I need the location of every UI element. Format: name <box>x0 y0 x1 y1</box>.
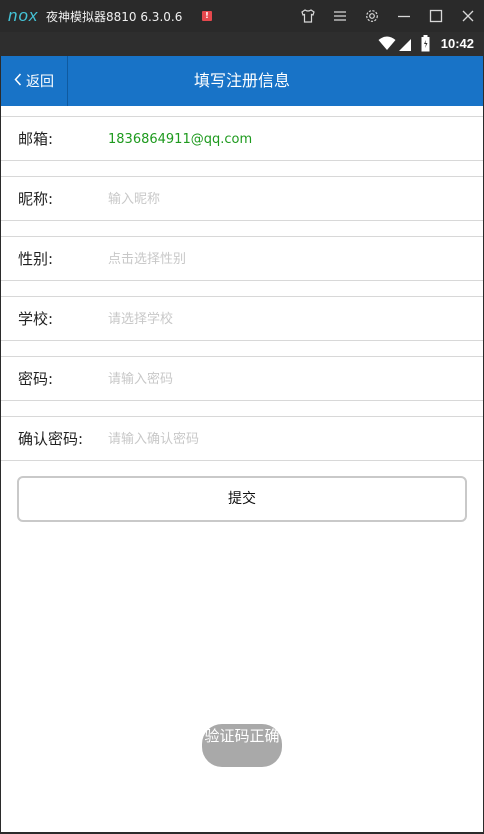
notice-badge[interactable]: ! <box>202 11 212 21</box>
password-input[interactable]: 请输入密码 <box>108 357 173 402</box>
wifi-icon <box>378 36 396 55</box>
toast-message: 验证码正确 <box>202 724 282 767</box>
school-label: 学校: <box>18 310 54 328</box>
app-screen: 返回 填写注册信息 邮箱: 1836864911@qq.com 昵称: 输入昵称… <box>1 56 483 832</box>
status-time: 10:42 <box>440 36 474 51</box>
back-button[interactable]: 返回 <box>1 56 68 106</box>
password-row[interactable]: 密码: 请输入密码 <box>1 356 483 401</box>
page-title: 填写注册信息 <box>193 71 290 90</box>
email-label: 邮箱: <box>18 130 54 148</box>
nickname-input[interactable]: 输入昵称 <box>108 177 160 222</box>
app-header: 返回 填写注册信息 <box>1 56 483 106</box>
confirm-password-input[interactable]: 请输入确认密码 <box>108 417 199 462</box>
nickname-row[interactable]: 昵称: 输入昵称 <box>1 176 483 221</box>
nox-logo: nox <box>8 6 39 25</box>
gender-label: 性别: <box>18 250 54 268</box>
school-row[interactable]: 学校: 请选择学校 <box>1 296 483 341</box>
chevron-left-icon <box>14 72 22 90</box>
emulator-window: nox 夜神模拟器8810 6.3.0.6 ! 10:42 返回 填写注册信息 … <box>0 0 484 834</box>
gender-select[interactable]: 点击选择性别 <box>108 237 186 282</box>
android-statusbar: 10:42 <box>0 32 484 56</box>
maximize-icon[interactable] <box>428 8 444 24</box>
signal-icon <box>398 37 412 56</box>
confirm-password-label: 确认密码: <box>18 430 84 448</box>
confirm-password-row[interactable]: 确认密码: 请输入确认密码 <box>1 416 483 461</box>
close-icon[interactable] <box>460 8 476 24</box>
nickname-label: 昵称: <box>18 190 54 208</box>
email-value: 1836864911@qq.com <box>108 132 253 147</box>
menu-icon[interactable] <box>332 8 348 24</box>
minimize-icon[interactable] <box>396 8 412 24</box>
submit-button[interactable]: 提交 <box>17 476 467 522</box>
back-label: 返回 <box>26 74 54 90</box>
gender-row[interactable]: 性别: 点击选择性别 <box>1 236 483 281</box>
password-label: 密码: <box>18 370 54 388</box>
school-select[interactable]: 请选择学校 <box>108 297 173 342</box>
shirt-icon[interactable] <box>300 8 316 24</box>
gear-icon[interactable] <box>364 8 380 24</box>
emulator-title: 夜神模拟器8810 6.3.0.6 <box>46 10 183 24</box>
email-row: 邮箱: 1836864911@qq.com <box>1 116 483 161</box>
battery-icon <box>421 35 430 56</box>
emulator-titlebar: nox 夜神模拟器8810 6.3.0.6 ! <box>0 0 484 32</box>
